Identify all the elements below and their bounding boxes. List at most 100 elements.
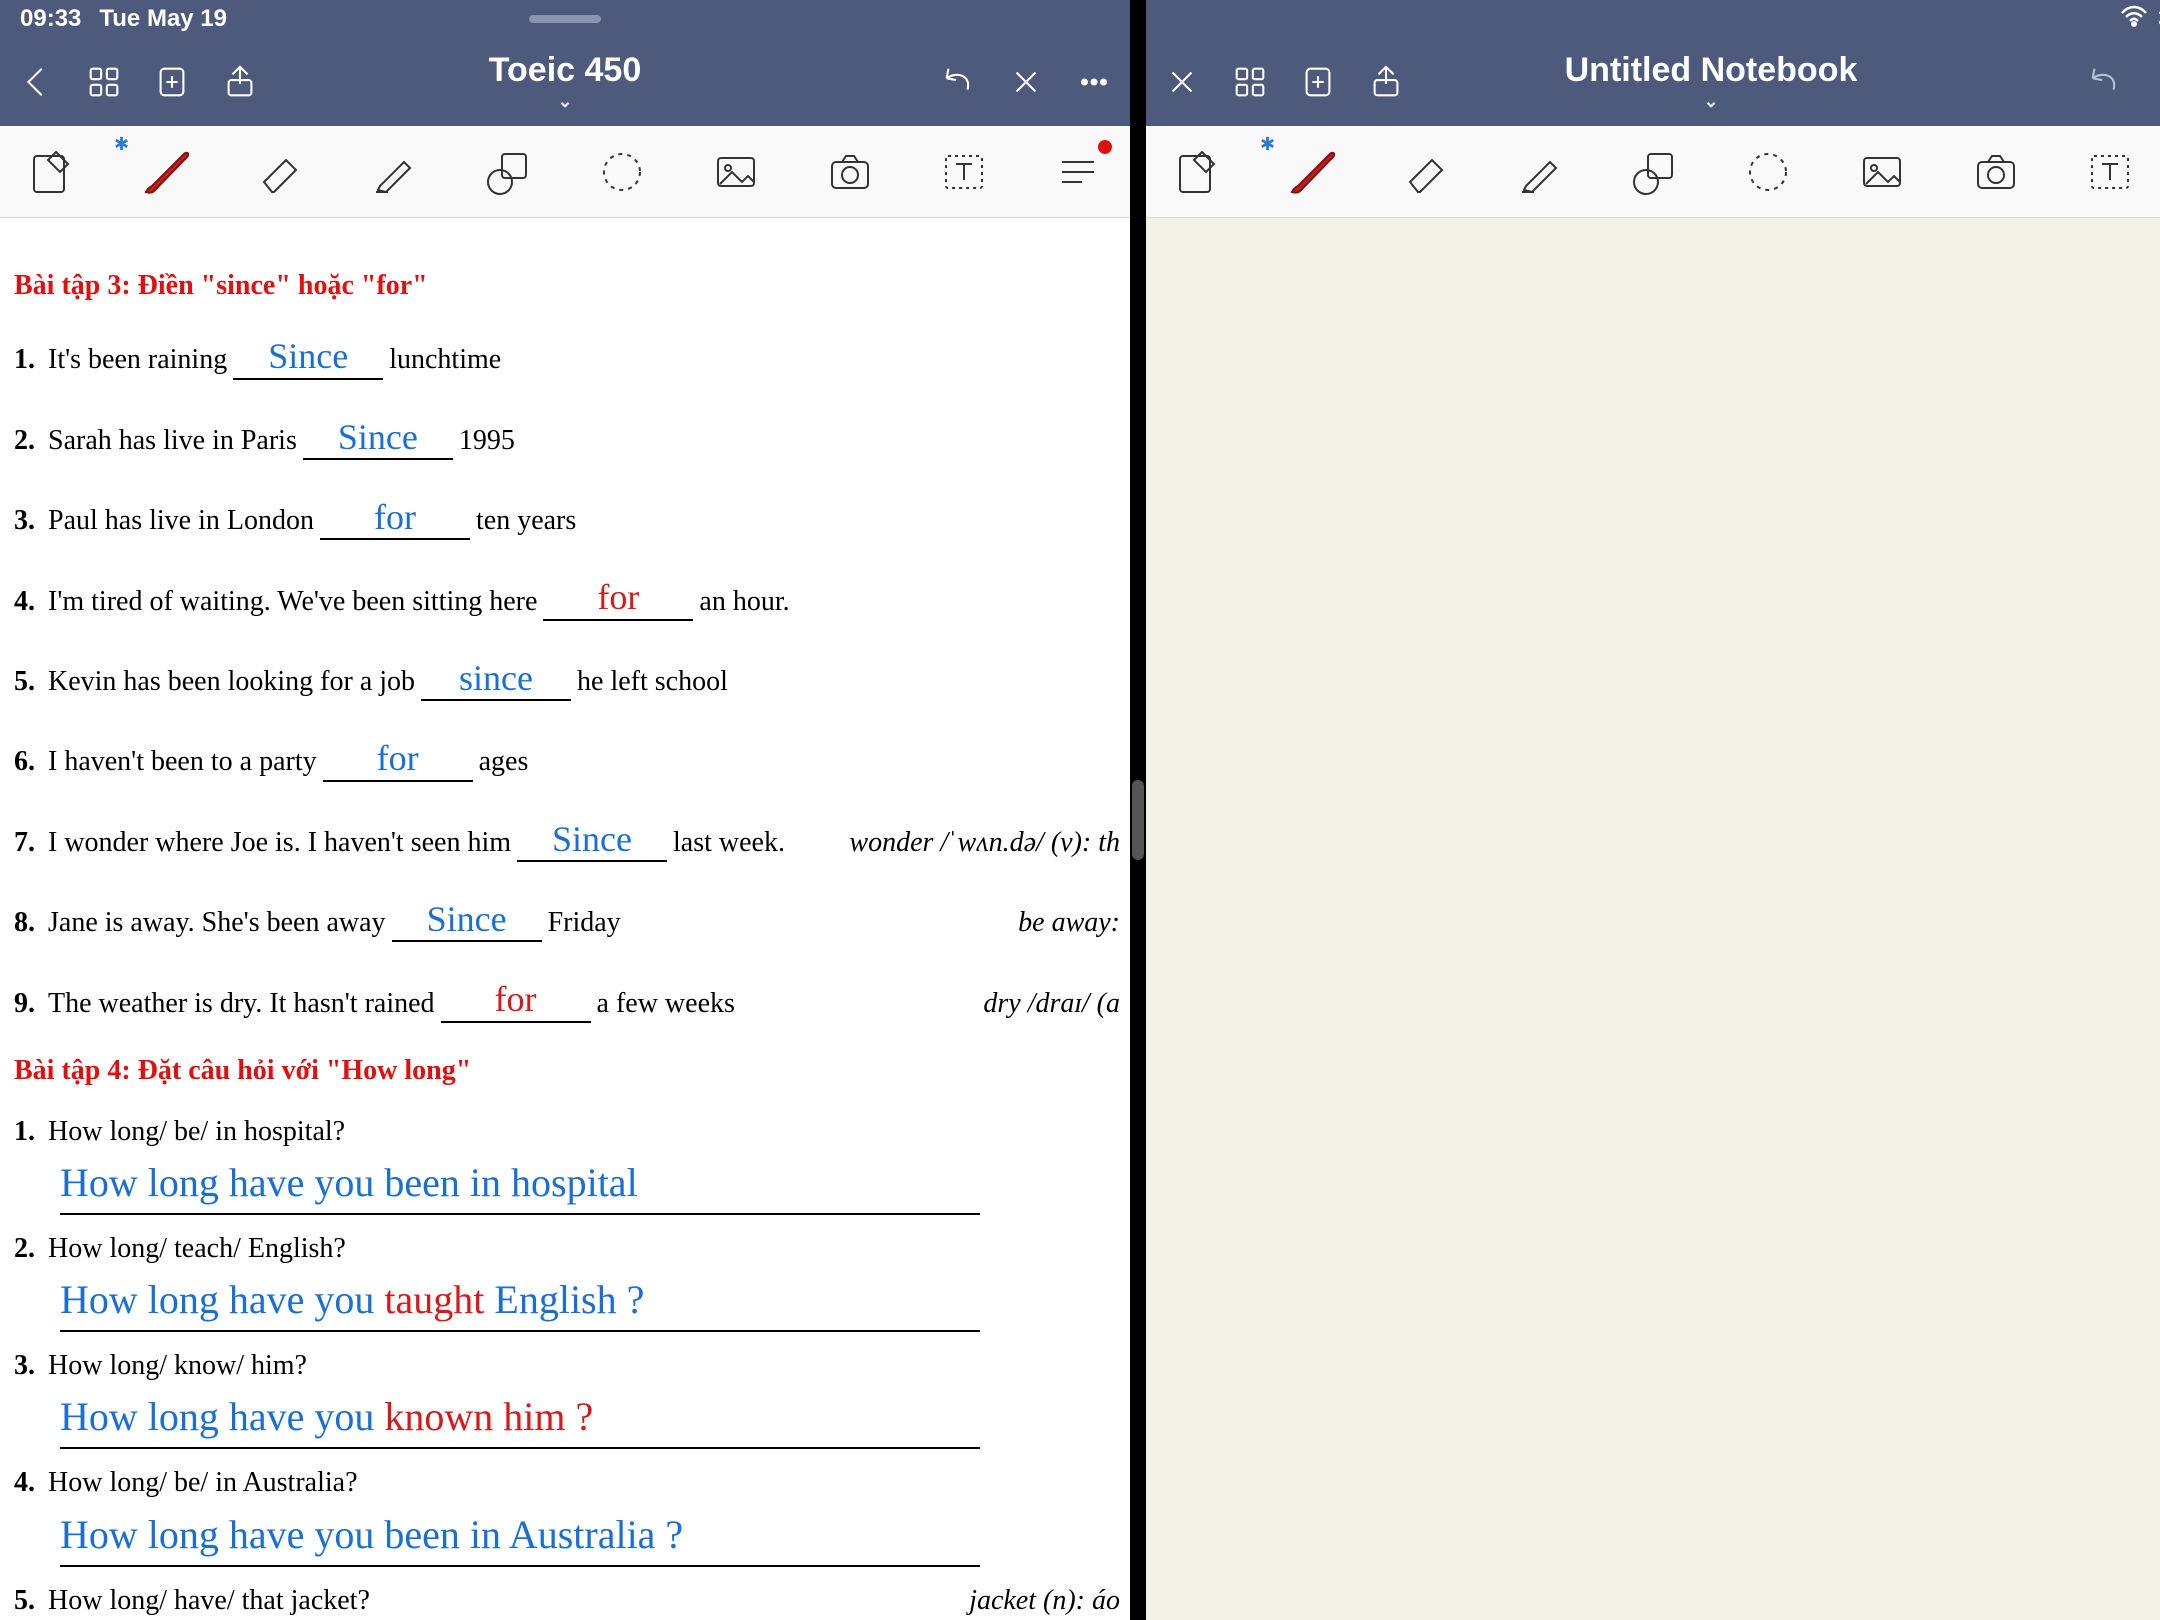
chevron-down-icon: ⌄	[1703, 92, 1718, 112]
item-number: 5.	[14, 662, 48, 701]
document-content-right[interactable]	[1146, 218, 2160, 1620]
highlighter-tool-icon[interactable]	[366, 144, 422, 200]
exercise3-title: Bài tập 3: Điền "since" hoặc "for"	[14, 266, 1120, 305]
item-number: 7.	[14, 823, 48, 862]
exercise4-title: Bài tập 4: Đặt câu hỏi với "How long"	[14, 1051, 1120, 1090]
undo-icon[interactable]	[938, 62, 978, 102]
pen-tool-icon[interactable]	[1284, 144, 1340, 200]
question-text: How long/ know/ him?	[48, 1346, 307, 1385]
more-icon[interactable]	[1074, 62, 1114, 102]
item-text-post: ten years	[476, 501, 576, 540]
document-content-left[interactable]: Bài tập 3: Điền "since" hoặc "for" 1. It…	[0, 218, 1130, 1620]
eraser-tool-icon[interactable]	[1398, 144, 1454, 200]
status-time: 09:33	[20, 5, 81, 33]
text-tool-icon[interactable]	[2082, 144, 2138, 200]
item-number: 5.	[14, 1581, 48, 1620]
ex3-row: 4. I'm tired of waiting. We've been sitt…	[14, 568, 1120, 620]
handwritten-answer-line: How long have you taught English ?	[60, 1272, 980, 1332]
image-tool-icon[interactable]	[1854, 144, 1910, 200]
item-number: 6.	[14, 742, 48, 781]
eraser-tool-icon[interactable]	[252, 144, 308, 200]
chevron-down-icon: ⌄	[557, 92, 572, 112]
item-text-post: Friday	[548, 903, 621, 942]
grid-icon[interactable]	[1230, 62, 1270, 102]
lasso-tool-icon[interactable]	[594, 144, 650, 200]
item-note: wonder /ˈwʌn.də/ (v): th	[829, 823, 1120, 862]
item-text-post: ages	[479, 742, 529, 781]
split-view: 09:33 Tue May 19 Toeic 450⌄ ✱	[0, 0, 2160, 1620]
undo-icon	[2084, 62, 2124, 102]
item-text-post: a few weeks	[597, 984, 735, 1023]
item-text-pre: Jane is away. She's been away	[48, 903, 386, 942]
close-icon[interactable]	[1006, 62, 1046, 102]
title-bar-right: Untitled Notebook⌄	[1146, 38, 2160, 126]
image-tool-icon[interactable]	[708, 144, 764, 200]
highlighter-tool-icon[interactable]	[1512, 144, 1568, 200]
item-text-pre: It's been raining	[48, 340, 227, 379]
ex3-row: 5. Kevin has been looking for a job sinc…	[14, 649, 1120, 701]
ex3-row: 1. It's been raining Since lunchtime	[14, 327, 1120, 379]
item-text-post: 1995	[459, 421, 515, 460]
shape-tool-icon[interactable]	[480, 144, 536, 200]
handwritten-answer: Since	[268, 336, 348, 376]
readonly-icon[interactable]	[24, 144, 80, 200]
ex4-row: 1. How long/ be/ in hospital?	[14, 1112, 1120, 1151]
ex4-row: 4. How long/ be/ in Australia?	[14, 1463, 1120, 1502]
status-date: Tue May 19	[99, 5, 227, 33]
item-number: 3.	[14, 1346, 48, 1385]
handwritten-answer: for	[597, 577, 639, 617]
close-icon	[2152, 62, 2160, 102]
handwritten-answer: for	[377, 738, 419, 778]
shape-tool-icon[interactable]	[1626, 144, 1682, 200]
item-number: 9.	[14, 984, 48, 1023]
ex3-row: 3. Paul has live in London for ten years	[14, 488, 1120, 540]
readonly-icon[interactable]	[1170, 144, 1226, 200]
share-icon[interactable]	[1366, 62, 1406, 102]
title-bar-left: Toeic 450⌄	[0, 38, 1130, 126]
item-text-pre: Kevin has been looking for a job	[48, 662, 415, 701]
doc-title-right[interactable]: Untitled Notebook⌄	[1565, 52, 1858, 111]
handwritten-answer: for	[374, 497, 416, 537]
add-page-icon[interactable]	[152, 62, 192, 102]
item-text-pre: I'm tired of waiting. We've been sitting…	[48, 582, 537, 621]
handwritten-answer: Since	[338, 417, 418, 457]
add-page-icon[interactable]	[1298, 62, 1338, 102]
item-number: 2.	[14, 1229, 48, 1268]
grid-icon[interactable]	[84, 62, 124, 102]
camera-tool-icon[interactable]	[1968, 144, 2024, 200]
item-note: jacket (n): áo	[949, 1581, 1120, 1620]
question-text: How long/ have/ that jacket?	[48, 1581, 370, 1620]
bluetooth-icon: ✱	[1260, 134, 1275, 155]
multitask-pill-icon[interactable]	[529, 15, 601, 23]
item-number: 1.	[14, 340, 48, 379]
fill-blank: Since	[303, 408, 453, 460]
toolbar-right: ✱	[1146, 126, 2160, 218]
item-number: 8.	[14, 903, 48, 942]
fill-blank: Since	[392, 890, 542, 942]
ex4-row: 5. How long/ have/ that jacket? jacket (…	[14, 1581, 1120, 1620]
ex3-row: 6. I haven't been to a party for ages	[14, 729, 1120, 781]
text-tool-icon[interactable]	[936, 144, 992, 200]
item-text-post: he left school	[577, 662, 728, 701]
handwritten-answer: Since	[552, 819, 632, 859]
question-text: How long/ be/ in Australia?	[48, 1463, 358, 1502]
back-icon[interactable]	[16, 62, 56, 102]
close-pane-icon[interactable]	[1162, 62, 1202, 102]
camera-tool-icon[interactable]	[822, 144, 878, 200]
ex3-row: 7. I wonder where Joe is. I haven't seen…	[14, 810, 1120, 862]
ex3-row: 9. The weather is dry. It hasn't rained …	[14, 970, 1120, 1022]
doc-title-left[interactable]: Toeic 450⌄	[489, 52, 641, 111]
item-text-pre: Sarah has live in Paris	[48, 421, 297, 460]
ex4-row: 2. How long/ teach/ English?	[14, 1229, 1120, 1268]
more-tools-icon[interactable]	[1050, 144, 1106, 200]
ex3-row: 2. Sarah has live in Paris Since 1995	[14, 408, 1120, 460]
left-pane: 09:33 Tue May 19 Toeic 450⌄ ✱	[0, 0, 1130, 1620]
fill-blank: Since	[517, 810, 667, 862]
split-divider[interactable]	[1130, 0, 1146, 1620]
question-text: How long/ teach/ English?	[48, 1229, 346, 1268]
pen-tool-icon[interactable]	[138, 144, 194, 200]
lasso-tool-icon[interactable]	[1740, 144, 1796, 200]
share-icon[interactable]	[220, 62, 260, 102]
bluetooth-icon: ✱	[114, 134, 129, 155]
item-text-post: lunchtime	[389, 340, 501, 379]
